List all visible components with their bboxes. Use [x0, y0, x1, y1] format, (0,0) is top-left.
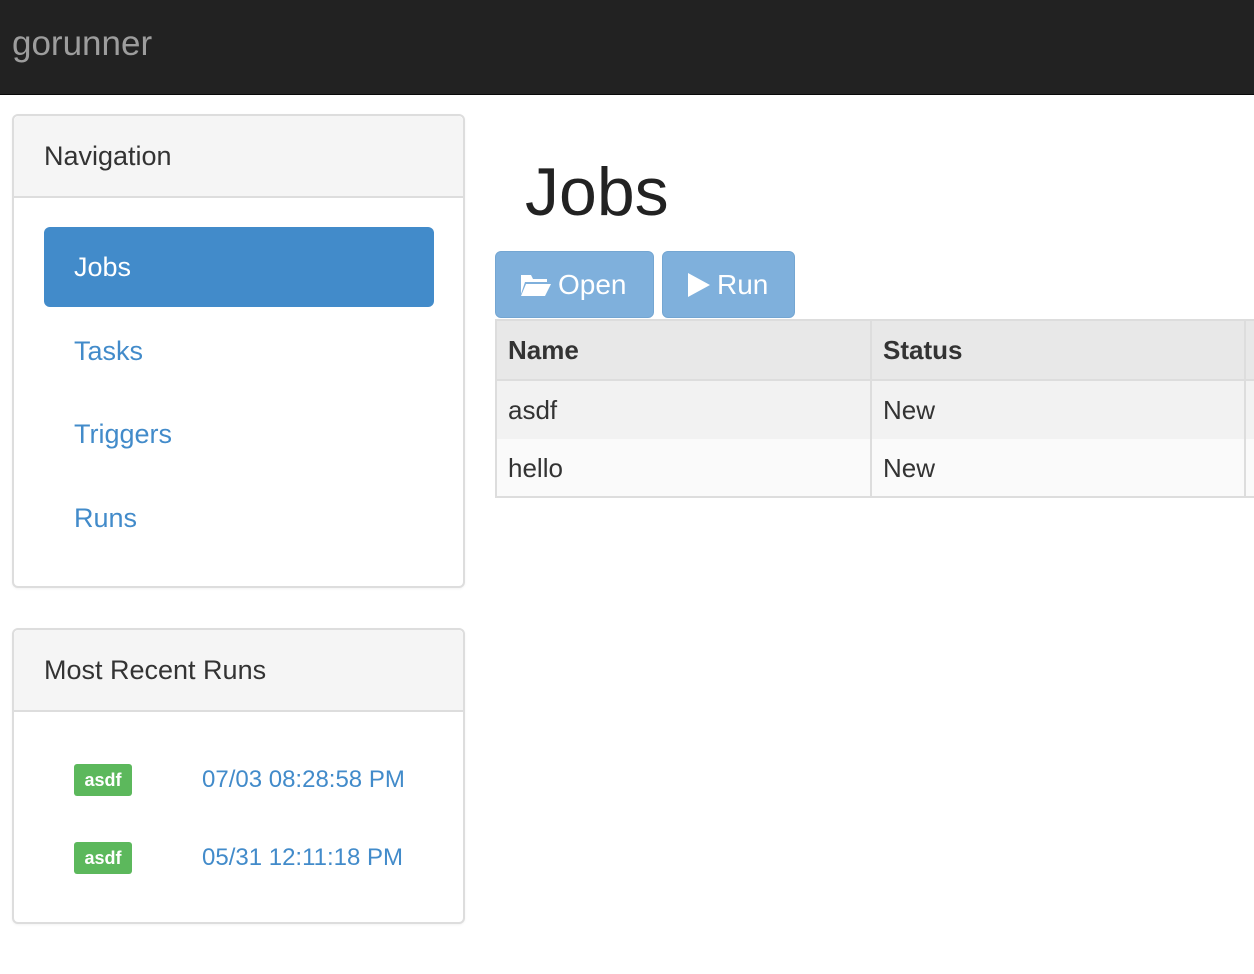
folder-open-icon: [521, 275, 551, 296]
recent-run-item: asdf 07/03 08:28:58 PM: [14, 762, 463, 798]
run-job-badge[interactable]: asdf: [74, 764, 132, 796]
job-status-cell: New: [871, 439, 1246, 496]
job-name-cell: asdf: [497, 380, 872, 439]
sidebar-item-runs[interactable]: Runs: [44, 478, 434, 558]
navigation-panel: Navigation Jobs Tasks Triggers Runs: [12, 114, 465, 588]
table-row[interactable]: hello New: [497, 439, 1254, 496]
job-name-cell: hello: [497, 439, 872, 496]
sidebar-item-triggers[interactable]: Triggers: [44, 394, 434, 474]
table-cell-extra: [1245, 439, 1254, 496]
page-title: Jobs: [525, 154, 669, 230]
column-header-name[interactable]: Name: [497, 321, 872, 381]
navigation-panel-title: Navigation: [14, 116, 463, 198]
sidebar-item-jobs[interactable]: Jobs: [44, 227, 434, 307]
brand-link[interactable]: gorunner: [12, 22, 152, 66]
recent-runs-panel: Most Recent Runs asdf 07/03 08:28:58 PM …: [12, 628, 465, 924]
run-job-badge[interactable]: asdf: [74, 842, 132, 874]
run-button[interactable]: Run: [662, 251, 795, 318]
column-header-extra: [1245, 321, 1254, 381]
table-header-row: Name Status: [497, 321, 1254, 381]
recent-runs-panel-title: Most Recent Runs: [14, 630, 463, 712]
top-navbar: gorunner: [0, 0, 1254, 95]
recent-run-item: asdf 05/31 12:11:18 PM: [14, 840, 463, 876]
play-icon: [688, 273, 710, 297]
open-button-label: Open: [558, 269, 627, 300]
jobs-table: Name Status asdf New hello New: [495, 319, 1254, 498]
column-header-status[interactable]: Status: [871, 321, 1246, 381]
open-button[interactable]: Open: [495, 251, 654, 318]
sidebar-item-tasks[interactable]: Tasks: [44, 311, 434, 391]
table-cell-extra: [1245, 380, 1254, 439]
run-time-link[interactable]: 07/03 08:28:58 PM: [202, 762, 405, 798]
table-row[interactable]: asdf New: [497, 380, 1254, 439]
run-button-label: Run: [717, 269, 769, 300]
run-time-link[interactable]: 05/31 12:11:18 PM: [202, 840, 403, 876]
job-status-cell: New: [871, 380, 1246, 439]
